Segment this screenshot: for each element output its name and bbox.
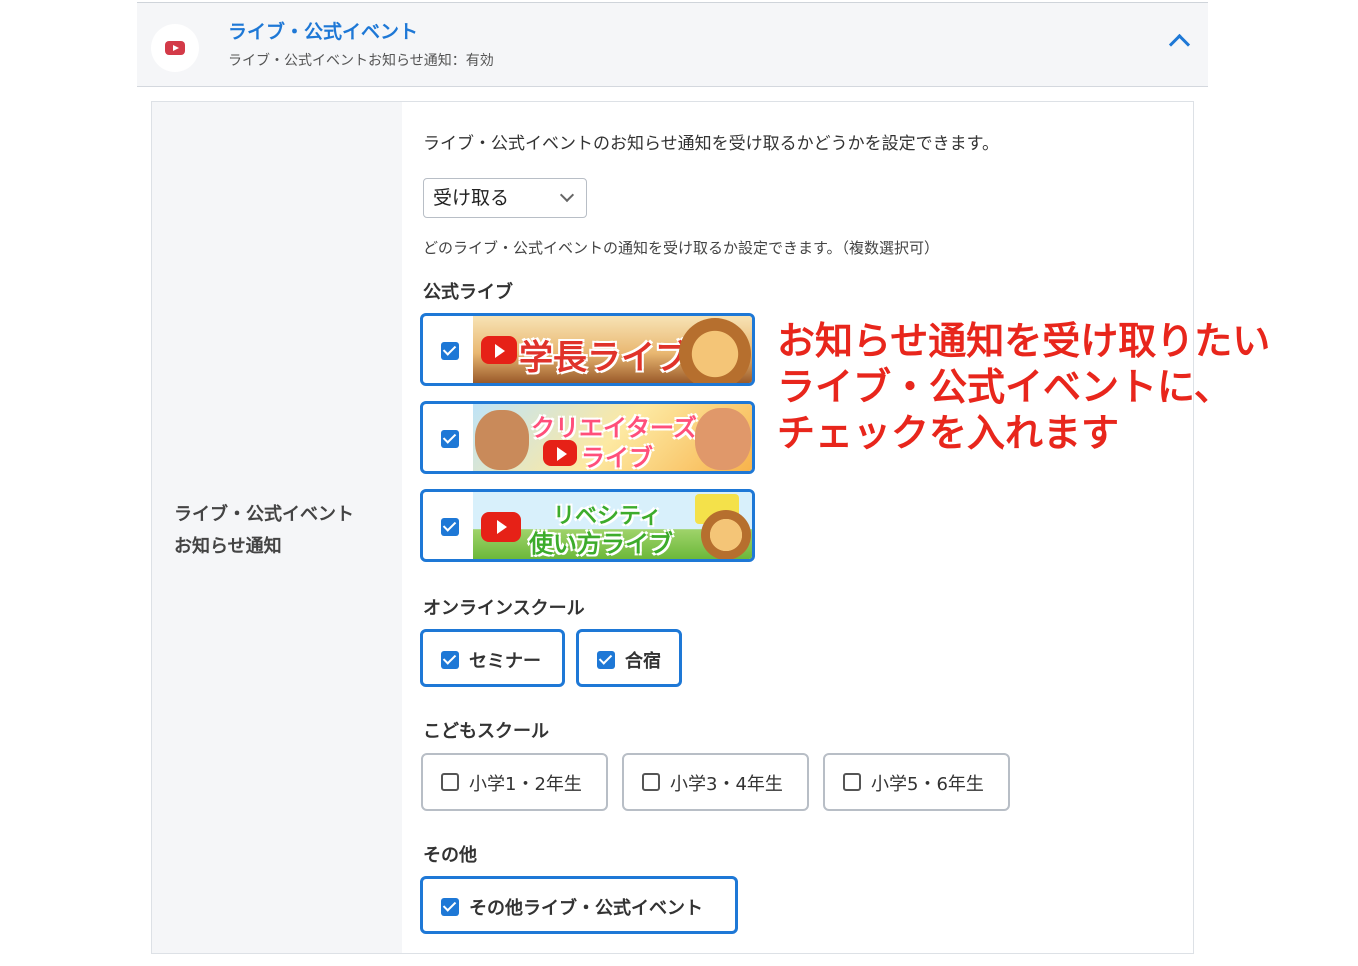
checkbox[interactable]: [441, 773, 459, 791]
annotation-callout: お知らせ通知を受け取りたい ライブ・公式イベントに、 チェックを入れます: [777, 318, 1270, 456]
official-live-option-libecity[interactable]: リベシティ 使い方ライブ: [420, 489, 755, 562]
section-title-other: その他: [423, 845, 477, 866]
online-school-option-camp[interactable]: 合宿: [576, 629, 682, 687]
youtube-icon: [543, 440, 577, 466]
official-live-option-creators[interactable]: クリエイターズ ライブ: [420, 401, 755, 474]
youtube-icon: [481, 512, 521, 542]
banner-text-line2: 使い方ライブ: [529, 530, 673, 558]
banner-libecity-usage-live: リベシティ 使い方ライブ: [473, 492, 752, 559]
checkbox[interactable]: [441, 518, 459, 536]
setting-description: ライブ・公式イベントのお知らせ通知を受け取るかどうかを設定できます。: [423, 134, 999, 154]
youtube-icon: [481, 336, 517, 364]
kids-school-option-grade-5-6[interactable]: 小学5・6年生: [823, 753, 1010, 811]
setting-label-line1: ライブ・公式イベント: [174, 504, 354, 525]
accordion-status: ライブ・公式イベントお知らせ通知：有効: [228, 53, 494, 69]
option-label: 小学3・4年生: [670, 774, 783, 795]
annotation-line3: チェックを入れます: [777, 411, 1120, 455]
creator-girl-image: [695, 408, 751, 470]
banner-text: 学長ライブ: [519, 338, 689, 378]
chevron-down-icon: [559, 187, 575, 203]
checkbox[interactable]: [597, 651, 615, 669]
youtube-icon: [151, 24, 199, 72]
banner-creators-live: クリエイターズ ライブ: [473, 404, 752, 471]
lion-mascot-image: [701, 510, 751, 559]
annotation-line1: お知らせ通知を受け取りたい: [777, 319, 1271, 363]
checkbox[interactable]: [441, 651, 459, 669]
accordion-title: ライブ・公式イベント: [228, 21, 419, 43]
multi-select-description: どのライブ・公式イベントの通知を受け取るか設定できます。（複数選択可）: [423, 239, 940, 257]
kids-school-option-grade-1-2[interactable]: 小学1・2年生: [421, 753, 608, 811]
other-option-other-live-events[interactable]: その他ライブ・公式イベント: [420, 876, 738, 934]
banner-gakucho-live: 学長ライブ: [473, 316, 752, 383]
online-school-option-seminar[interactable]: セミナー: [420, 629, 565, 687]
setting-label-line2: お知らせ通知: [174, 536, 282, 557]
option-label: その他ライブ・公式イベント: [469, 898, 703, 919]
receive-select-value: 受け取る: [433, 187, 510, 209]
receive-select[interactable]: 受け取る: [423, 178, 587, 218]
lion-mascot-image: [679, 318, 751, 383]
option-label: 合宿: [625, 651, 661, 672]
banner-text-line2: ライブ: [581, 444, 653, 471]
checkbox[interactable]: [843, 773, 861, 791]
accordion-header[interactable]: ライブ・公式イベント ライブ・公式イベントお知らせ通知：有効: [137, 3, 1208, 87]
option-label: セミナー: [469, 651, 541, 672]
settings-label-column: ライブ・公式イベント お知らせ通知: [152, 102, 402, 953]
kids-school-option-grade-3-4[interactable]: 小学3・4年生: [622, 753, 809, 811]
section-title-official-live: 公式ライブ: [423, 282, 513, 303]
option-label: 小学1・2年生: [469, 774, 582, 795]
checkbox[interactable]: [441, 342, 459, 360]
checkbox[interactable]: [441, 430, 459, 448]
setting-label: ライブ・公式イベント お知らせ通知: [174, 499, 354, 563]
checkbox[interactable]: [642, 773, 660, 791]
official-live-option-gakucho[interactable]: 学長ライブ: [420, 313, 755, 386]
section-title-online-school: オンラインスクール: [423, 598, 585, 619]
option-label: 小学5・6年生: [871, 774, 984, 795]
checkbox[interactable]: [441, 898, 459, 916]
creator-person-image: [475, 410, 529, 470]
settings-panel: ライブ・公式イベント お知らせ通知 ライブ・公式イベントのお知らせ通知を受け取る…: [151, 101, 1194, 954]
section-title-kids-school: こどもスクール: [423, 721, 549, 742]
annotation-line2: ライブ・公式イベントに、: [777, 365, 1232, 409]
chevron-up-icon[interactable]: [1168, 33, 1191, 56]
